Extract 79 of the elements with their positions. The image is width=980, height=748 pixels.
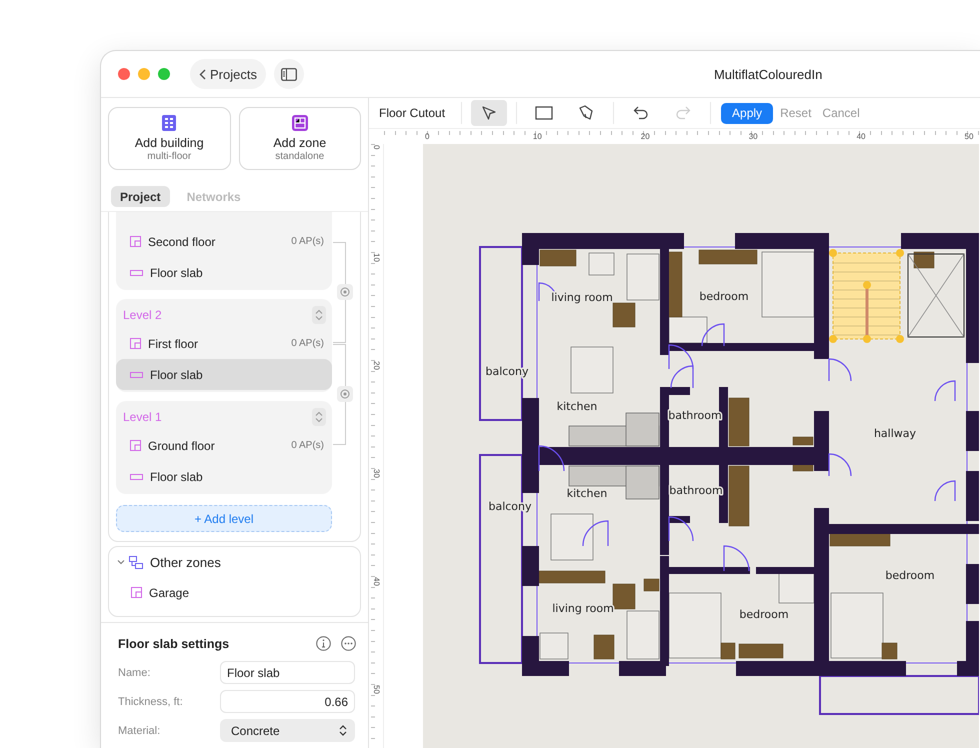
floor-plan-icon <box>131 587 142 598</box>
lasso-icon <box>578 105 594 121</box>
ruler-label: 0 <box>372 145 381 150</box>
back-button[interactable]: Projects <box>190 59 266 89</box>
settings-title: Floor slab settings <box>118 636 230 650</box>
pointer-icon <box>481 105 498 121</box>
tree-item[interactable]: Garage <box>117 577 352 608</box>
close-button[interactable] <box>118 68 130 80</box>
tree-item[interactable]: First floor 0 AP(s) <box>116 328 332 359</box>
field-label: Thickness, ft: <box>118 696 184 708</box>
rectangle-icon <box>535 106 554 120</box>
redo-icon <box>675 106 692 120</box>
undo-icon <box>633 106 650 120</box>
ruler-label: 10 <box>532 132 542 141</box>
tree-item[interactable]: Second floor 0 AP(s) <box>116 226 332 257</box>
tree-item[interactable]: Floor slab <box>116 461 332 492</box>
level-name: Level 1 <box>123 410 162 424</box>
apply-button[interactable]: Apply <box>721 102 774 124</box>
slab-icon <box>130 372 143 378</box>
ruler-label: 40 <box>372 576 381 586</box>
locate-button[interactable] <box>337 284 353 300</box>
target-icon <box>340 389 350 399</box>
up-down-chevron-icon <box>315 309 323 321</box>
reorder-stepper[interactable] <box>312 306 326 324</box>
room-label: kitchen <box>556 400 598 413</box>
reorder-stepper[interactable] <box>312 408 326 426</box>
chevron-down-icon[interactable] <box>117 558 125 566</box>
ruler-label: 0 <box>425 132 430 141</box>
name-field[interactable]: Floor slab <box>220 661 355 684</box>
ap-count: 0 AP(s) <box>291 236 324 247</box>
up-down-chevron-icon <box>339 725 347 736</box>
more-icon[interactable] <box>341 636 356 651</box>
tool-title: Floor Cutout <box>379 106 446 120</box>
thickness-field[interactable]: 0.66 <box>220 690 355 713</box>
tree-item[interactable]: Floor slab <box>116 359 332 390</box>
room-label: living room <box>552 602 614 615</box>
room-label: bedroom <box>739 608 789 621</box>
add-level-button[interactable]: + Add level <box>116 505 332 532</box>
floor-plan-icon <box>130 440 141 451</box>
window-title: MultiflatColouredIn <box>714 66 822 82</box>
tree-item[interactable]: Ground floor 0 AP(s) <box>116 430 332 461</box>
room-label: hallway <box>874 427 916 440</box>
tab[interactable]: Project <box>111 186 170 207</box>
floor-plan-icon <box>130 236 141 247</box>
material-select[interactable]: Concrete <box>220 719 355 742</box>
ruler-label: 40 <box>856 132 866 141</box>
ap-count: 0 AP(s) <box>291 338 324 349</box>
field-label: Name: <box>118 666 152 678</box>
room-label: kitchen <box>566 487 608 500</box>
up-down-chevron-icon <box>315 411 323 423</box>
slab-icon <box>130 270 143 276</box>
level-name: Level 2 <box>123 308 162 322</box>
room-label: bedroom <box>699 290 749 303</box>
ruler-label: 30 <box>748 132 758 141</box>
locate-button[interactable] <box>337 386 353 402</box>
ruler-label: 20 <box>372 360 381 370</box>
ruler-label: 30 <box>372 468 381 478</box>
ruler-label: 50 <box>372 684 381 694</box>
target-icon <box>340 287 350 297</box>
room-label: bedroom <box>885 569 935 582</box>
ruler-label: 50 <box>964 132 974 141</box>
chevron-left-icon <box>199 68 206 80</box>
zones-title: Other zones <box>150 554 221 570</box>
sidebar-icon <box>280 68 297 80</box>
zones-icon <box>129 556 143 568</box>
sidebar-toggle-button[interactable] <box>274 59 304 89</box>
slab-icon <box>130 474 143 480</box>
ruler-label: 10 <box>372 252 381 262</box>
floor-plan-icon <box>130 338 141 349</box>
zone-icon <box>292 115 308 131</box>
add-button[interactable]: Add zone standalone <box>238 107 361 170</box>
ap-count: 0 AP(s) <box>291 440 324 451</box>
info-icon[interactable] <box>316 636 331 651</box>
tree-item[interactable]: Floor slab <box>116 257 332 288</box>
field-label: Material: <box>118 724 162 736</box>
ruler-label: 20 <box>640 132 650 141</box>
add-button[interactable]: Add building multi-floor <box>108 107 230 170</box>
building-icon <box>162 115 176 131</box>
tool-button[interactable] <box>471 100 508 126</box>
